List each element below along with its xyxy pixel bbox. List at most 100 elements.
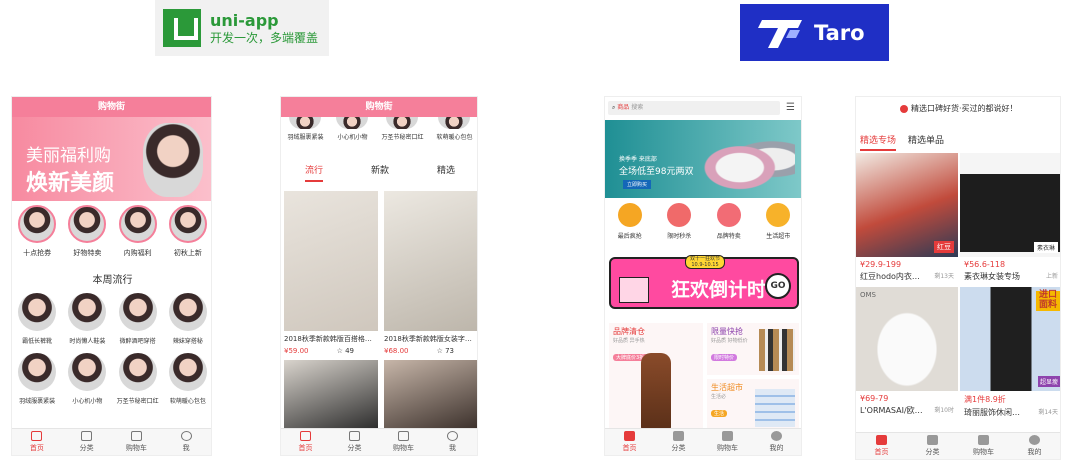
tab-featured-items[interactable]: 精选单品 — [908, 133, 944, 151]
product-favs: ☆ 49 — [336, 347, 354, 355]
category-image — [168, 205, 207, 243]
grid-label: 时尚懒人鞋装 — [69, 338, 106, 345]
product-image[interactable] — [284, 360, 378, 430]
product-card[interactable]: 素衣琳 ¥56.6-118 素衣琳女装专场 上新 — [960, 153, 1060, 282]
grid-item[interactable]: 小心机小物 — [63, 353, 111, 413]
uniapp-mark-icon — [163, 9, 201, 47]
tab-cart[interactable]: 购物车 — [112, 429, 162, 455]
category-image — [68, 205, 107, 243]
fire-icon — [900, 104, 909, 113]
home-icon — [876, 435, 887, 445]
top-item[interactable]: 万圣节秘密口红 — [381, 117, 423, 141]
top-item-image — [386, 117, 419, 129]
product-image[interactable] — [384, 360, 477, 430]
category-item[interactable]: 初秋上新 — [165, 205, 211, 261]
popular-grid: 霸低长裤靴 时尚懒人鞋装 微醉酒吧穿搭 辣妹穿搭秘 羽绒服裹紧装 小心机小物 万… — [12, 293, 211, 413]
top-item[interactable]: 羽绒服裹紧装 — [287, 117, 324, 141]
user-icon — [180, 431, 192, 441]
tab-cart[interactable]: 购物车 — [379, 429, 428, 455]
diamond-icon — [716, 203, 741, 227]
top-item-image — [289, 117, 322, 129]
product-image: 红豆 — [856, 153, 958, 257]
tab-category[interactable]: 分类 — [330, 429, 379, 455]
tab-cart[interactable]: 购物车 — [958, 433, 1009, 459]
block-brand[interactable]: 品牌清仓 好品质 异手热 大牌底价3折起 — [609, 323, 703, 431]
tab-profile[interactable]: 我 — [428, 429, 477, 455]
grid-image — [168, 293, 207, 331]
category-item[interactable]: 十点抢券 — [14, 205, 60, 261]
hero-banner[interactable]: 美丽福利购 焕新美颜 — [12, 117, 211, 201]
product-title: 2018秋季新款韩版女装字… — [384, 335, 472, 343]
product-card[interactable]: 2018秋季新款韩版女装字… ¥68.00 ☆ 73 — [384, 191, 477, 355]
tab-home[interactable]: 首页 — [281, 429, 330, 455]
tab-home[interactable]: 首页 — [12, 429, 62, 455]
grid-item[interactable]: 软萌暖心包包 — [164, 353, 211, 413]
banner-line1: 美丽福利购 — [26, 146, 111, 166]
icon-item[interactable]: 限时秒杀 — [667, 203, 691, 240]
tab-cart[interactable]: 购物车 — [703, 429, 752, 455]
grid-icon — [349, 431, 360, 441]
product-meta: 剩14天 — [1038, 409, 1058, 416]
block-market[interactable]: 生活超市 生活必 生活 — [707, 379, 799, 431]
category-label: 好物特卖 — [73, 249, 102, 257]
top-item[interactable]: 软萌暖心包包 — [436, 117, 472, 141]
tab-category[interactable]: 分类 — [654, 429, 703, 455]
tab-profile[interactable]: 我的 — [752, 429, 801, 455]
category-item[interactable]: 内购福利 — [115, 205, 161, 261]
tab-home[interactable]: 首页 — [605, 429, 654, 455]
icon-item[interactable]: 生活超市 — [766, 203, 790, 240]
grid-item[interactable]: 时尚懒人鞋装 — [63, 293, 111, 353]
tab-profile[interactable]: 我 — [161, 429, 211, 455]
category-item[interactable]: 好物特卖 — [64, 205, 110, 261]
block-sub: 好品质 异手热 — [613, 338, 645, 344]
grid-item[interactable]: 微醉酒吧穿搭 — [114, 293, 162, 353]
product-card[interactable]: OMS ¥69-79 L'ORMASAI/欧… 剩10时 — [856, 287, 958, 416]
section-title: 本周流行 — [92, 275, 133, 286]
promo-banner[interactable]: 双十一狂欢节 10.9-10.15 狂欢倒计时 GO — [609, 255, 799, 309]
tab-featured-shows[interactable]: 精选专场 — [860, 133, 897, 151]
tab-category[interactable]: 分类 — [907, 433, 958, 459]
tab-label: 首页 — [298, 444, 313, 452]
taro-title: Taro — [814, 20, 865, 45]
grid-item[interactable]: 万圣节秘密口红 — [114, 353, 162, 413]
tab-home[interactable]: 首页 — [856, 433, 907, 459]
search-bar[interactable]: ⌕ 商品 搜索 — [608, 101, 780, 115]
product-card[interactable]: 2018秋季新款韩版百搭格… ¥59.00 ☆ 49 — [284, 191, 378, 355]
brand-tag: OMS — [860, 291, 876, 299]
home-icon — [300, 431, 311, 441]
tissue-image — [755, 389, 795, 427]
product-card[interactable]: 进口面料 超显瘦 满1件8.9折 琦丽服饰休闲… 剩14天 — [960, 287, 1060, 418]
segment-popular[interactable]: 流行 — [304, 163, 323, 182]
taro-logo: Taro — [740, 4, 889, 61]
top-item-label: 羽绒服裹紧装 — [287, 134, 324, 141]
grid-item[interactable]: 辣妹穿搭秘 — [164, 293, 211, 353]
menu-icon[interactable]: ☰ — [786, 102, 795, 113]
grid-label: 羽绒服裹紧装 — [19, 398, 56, 405]
promo-go-button[interactable]: GO — [765, 273, 791, 299]
block-flash[interactable]: 限量快抢 好品质 好物低价 限时特价 — [707, 323, 799, 375]
product-image: 进口面料 超显瘦 — [960, 287, 1060, 391]
grid-item[interactable]: 羽绒服裹紧装 — [13, 353, 61, 413]
icon-row: 最后疯抢 限时秒杀 品牌特卖 生活超市 — [605, 203, 801, 240]
tab-category[interactable]: 分类 — [62, 429, 112, 455]
icon-item[interactable]: 最后疯抢 — [617, 203, 642, 240]
product-price: ¥56.6-118 — [964, 260, 1006, 269]
grid-label: 万圣节秘密口红 — [116, 398, 159, 405]
tab-label: 分类 — [925, 448, 940, 456]
hero-banner[interactable]: 换季季 来底部 全场低至98元两双 立即购买 — [605, 120, 801, 198]
block-title: 品牌清仓 — [613, 327, 645, 336]
page-title: 购物街 — [281, 97, 477, 117]
banner-button[interactable]: 立即购买 — [623, 180, 652, 189]
top-item[interactable]: 小心机小物 — [336, 117, 369, 141]
category-image — [18, 205, 57, 243]
segment-new[interactable]: 新款 — [371, 163, 389, 182]
icon-item[interactable]: 品牌特卖 — [716, 203, 741, 240]
product-title: 红豆hodo内衣… — [860, 272, 920, 281]
category-row: 十点抢券 好物特卖 内购福利 初秋上新 — [12, 205, 211, 261]
grid-item[interactable]: 霸低长裤靴 — [13, 293, 61, 353]
product-card[interactable]: 红豆 ¥29.9-199 红豆hodo内衣… 剩13天 — [856, 153, 958, 282]
product-title: 琦丽服饰休闲… — [964, 408, 1020, 417]
tab-profile[interactable]: 我的 — [1009, 433, 1060, 459]
grid-image — [68, 293, 107, 331]
segment-selected[interactable]: 精选 — [437, 163, 455, 182]
